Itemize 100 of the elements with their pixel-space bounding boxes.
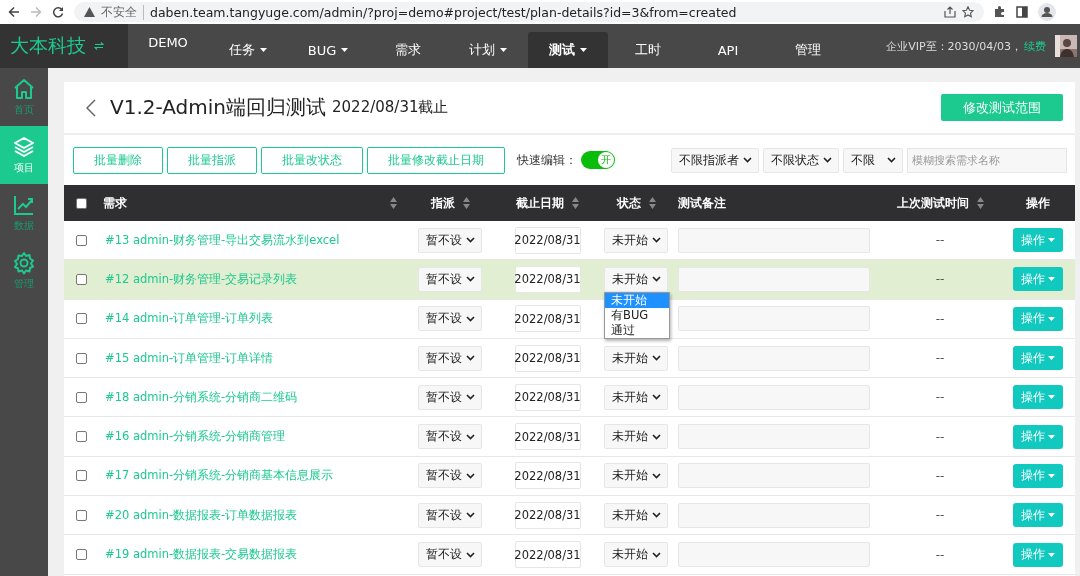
column-header[interactable]: 上次测试时间 bbox=[896, 194, 969, 212]
chart-icon bbox=[12, 193, 36, 217]
table-row[interactable]: #16 admin-分销系统-分销商管理 暂不设 2022/08/31 未开始 -- 操作 bbox=[64, 417, 1075, 457]
assignee-select[interactable]: 暂不设 bbox=[418, 424, 482, 450]
nav-tab[interactable]: API bbox=[688, 32, 768, 68]
row-checkbox[interactable] bbox=[76, 470, 87, 482]
nav-tab[interactable]: BUG bbox=[288, 32, 368, 68]
deadline-field[interactable]: 2022/08/31 bbox=[514, 226, 581, 254]
assignee-select[interactable]: 暂不设 bbox=[418, 502, 482, 528]
swap-icon[interactable] bbox=[94, 42, 104, 50]
table-row[interactable]: #15 admin-订单管理-订单详情 暂不设 2022/08/31 未开始 -- 操作 bbox=[64, 338, 1075, 379]
deadline-field[interactable]: 2022/08/31 bbox=[514, 344, 581, 372]
row-checkbox[interactable] bbox=[76, 431, 87, 443]
last-test-time: -- bbox=[934, 390, 946, 405]
row-checkbox[interactable] bbox=[76, 509, 87, 521]
status-select[interactable]: 未开始 bbox=[604, 502, 668, 528]
note-field[interactable] bbox=[678, 345, 870, 371]
note-field[interactable] bbox=[678, 227, 870, 253]
row-checkbox[interactable] bbox=[76, 352, 87, 364]
sort-icon[interactable] bbox=[462, 197, 470, 209]
side-panel-icon[interactable] bbox=[1016, 6, 1028, 18]
nav-tab[interactable]: 需求 bbox=[368, 32, 448, 68]
note-field[interactable] bbox=[678, 266, 870, 292]
column-header[interactable]: 需求 bbox=[103, 194, 127, 212]
dropdown-option[interactable]: 有BUG bbox=[605, 307, 669, 323]
status-select[interactable]: 未开始 bbox=[604, 266, 668, 292]
caret-icon bbox=[1047, 356, 1055, 361]
share-icon[interactable] bbox=[944, 6, 956, 18]
back-icon[interactable] bbox=[8, 6, 20, 18]
row-checkbox[interactable] bbox=[76, 273, 87, 285]
last-test-time: -- bbox=[934, 508, 946, 523]
nav-tab[interactable]: 测试 bbox=[528, 32, 608, 68]
row-checkbox[interactable] bbox=[76, 234, 87, 246]
dropdown-option[interactable]: 通过 bbox=[605, 322, 669, 338]
assignee-select[interactable]: 暂不设 bbox=[418, 384, 482, 410]
status-select[interactable]: 未开始 bbox=[604, 542, 668, 567]
table-row[interactable]: #18 admin-分销系统-分销商二维码 暂不设 2022/08/31 未开始 -- 操作 bbox=[64, 378, 1075, 418]
project-name[interactable]: DEMO bbox=[128, 24, 208, 50]
select-all-checkbox[interactable] bbox=[76, 197, 87, 209]
deadline-field[interactable]: 2022/08/31 bbox=[514, 423, 581, 451]
filter-select[interactable]: 不限指派者 bbox=[671, 147, 759, 173]
table-row[interactable]: #19 admin-数据报表-交易数据报表 暂不设 2022/08/31 未开始 -- 操作 bbox=[64, 535, 1075, 575]
sort-icon[interactable] bbox=[572, 197, 579, 209]
row-checkbox[interactable] bbox=[76, 549, 87, 560]
note-field[interactable] bbox=[678, 384, 870, 410]
back-icon[interactable] bbox=[86, 98, 96, 117]
status-select[interactable]: 未开始 bbox=[604, 424, 668, 450]
column-header[interactable]: 指派 bbox=[430, 194, 455, 212]
assignee-select[interactable]: 暂不设 bbox=[418, 345, 482, 371]
security-label: 不安全 bbox=[101, 3, 137, 21]
nav-tab[interactable]: 管理 bbox=[768, 32, 848, 68]
assignee-select[interactable]: 暂不设 bbox=[418, 542, 482, 567]
note-field[interactable] bbox=[678, 542, 870, 567]
caret-icon bbox=[1047, 238, 1055, 243]
status-select[interactable]: 未开始 bbox=[604, 384, 668, 410]
puzzle-icon[interactable] bbox=[994, 6, 1006, 18]
row-checkbox[interactable] bbox=[76, 391, 87, 403]
chevron-icon bbox=[466, 433, 475, 440]
status-select[interactable]: 未开始 bbox=[604, 227, 668, 253]
filter-select[interactable]: 不限 bbox=[843, 147, 903, 173]
reload-icon[interactable] bbox=[52, 6, 64, 18]
sort-icon[interactable] bbox=[648, 197, 656, 209]
table-row[interactable]: #13 admin-财务管理-导出交易流水到excel 暂不设 2022/08/31 未开始 -- 操作 bbox=[64, 221, 1075, 261]
assignee-select[interactable]: 暂不设 bbox=[418, 306, 482, 332]
address-bar[interactable]: 不安全 daben.team.tangyuge.com/admin/?proj=demo#project/test/plan-details?id=3&from=created bbox=[74, 2, 984, 22]
profile-icon[interactable] bbox=[1038, 3, 1056, 21]
deadline-field[interactable]: 2022/08/31 bbox=[514, 305, 581, 333]
nav-tab[interactable]: 计划 bbox=[448, 32, 528, 68]
status-select[interactable]: 未开始 bbox=[604, 463, 668, 489]
table-row[interactable]: #20 admin-数据报表-订单数据报表 暂不设 2022/08/31 未开始 -- 操作 bbox=[64, 496, 1075, 536]
deadline-field[interactable]: 2022/08/31 bbox=[514, 383, 581, 411]
sort-icon[interactable] bbox=[976, 197, 984, 209]
column-header[interactable]: 截止日期 bbox=[516, 194, 564, 212]
deadline-field[interactable]: 2022/08/31 bbox=[514, 541, 581, 568]
filter-select[interactable]: 不限状态 bbox=[763, 147, 839, 173]
renew-link[interactable]: 续费 bbox=[1024, 38, 1046, 54]
row-checkbox[interactable] bbox=[76, 313, 87, 325]
home-icon bbox=[12, 77, 36, 101]
nav-tab[interactable]: 工时 bbox=[608, 32, 688, 68]
table-row[interactable]: #17 admin-分销系统-分销商基本信息展示 暂不设 2022/08/31 未开始 -- 操作 bbox=[64, 456, 1075, 497]
note-field[interactable] bbox=[678, 424, 870, 450]
column-header: 操作 bbox=[1025, 194, 1050, 212]
status-select[interactable]: 未开始 bbox=[604, 345, 668, 371]
search-field[interactable]: 模糊搜索需求名称 bbox=[907, 147, 1067, 173]
star-icon[interactable] bbox=[962, 6, 974, 18]
assignee-select[interactable]: 暂不设 bbox=[418, 227, 482, 253]
deadline-field[interactable]: 2022/08/31 bbox=[514, 501, 581, 529]
note-field[interactable] bbox=[678, 463, 870, 489]
nav-tab[interactable]: 任务 bbox=[208, 32, 288, 68]
note-field[interactable] bbox=[678, 306, 870, 332]
note-field[interactable] bbox=[678, 502, 870, 528]
deadline-field[interactable]: 2022/08/31 bbox=[514, 462, 581, 490]
deadline-text: 2022/08/31截止 bbox=[332, 98, 449, 117]
sort-icon[interactable] bbox=[390, 197, 397, 209]
chevron-icon bbox=[466, 512, 475, 519]
chevron-icon bbox=[823, 157, 832, 163]
assignee-select[interactable]: 暂不设 bbox=[418, 463, 482, 489]
column-header[interactable]: 状态 bbox=[616, 194, 641, 212]
assignee-select[interactable]: 暂不设 bbox=[418, 266, 482, 292]
deadline-field[interactable]: 2022/08/31 bbox=[514, 265, 581, 293]
